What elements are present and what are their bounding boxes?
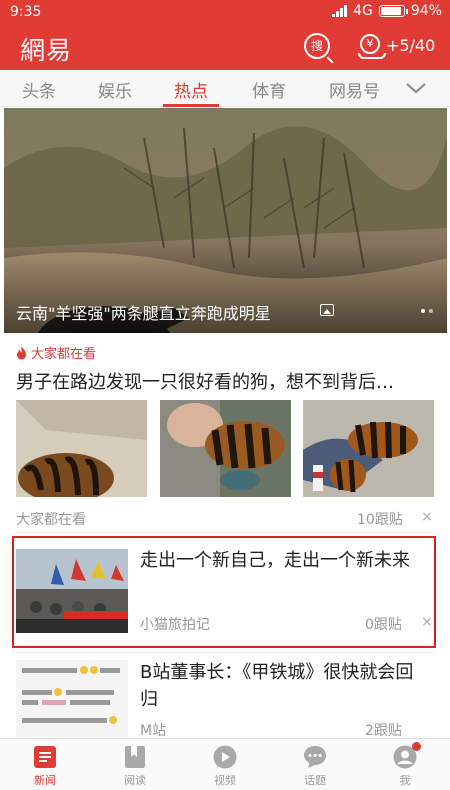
carousel-dot [429,309,433,313]
image-icon [320,304,334,316]
nav-label: 话题 [304,774,326,787]
article-thumb-image [16,660,128,738]
hot-thumb-image [160,400,291,497]
status-right: 4G 94% [332,3,442,19]
news-app-screen: 9:35 4G 94% 網易 搜 ¥ +5/40 头条 娱乐 热点 体育 网易号 [0,0,450,790]
search-icon[interactable]: 搜 [304,33,330,59]
nav-label: 我 [399,774,411,787]
app-header: 網易 搜 ¥ +5/40 [0,25,450,70]
chevron-down-icon[interactable] [405,78,427,98]
hero-carousel[interactable]: 云南"羊坚强"两条腿直立奔跑成明星 [4,108,447,333]
nav-read[interactable]: 阅读 [90,739,180,790]
news-icon [34,746,56,768]
nav-news[interactable]: 新闻 [0,739,90,790]
nav-label: 新闻 [34,774,56,787]
article-title: B站董事长：《甲铁城》很快就会回归 [140,662,414,710]
status-time: 9:35 [10,4,42,20]
netease-logo[interactable]: 網易 [20,31,72,67]
hot-title: 男子在路边发现一只很好看的狗，想不到背后… [16,372,394,393]
article-comment-count[interactable]: 2跟贴 [365,720,402,740]
hot-source: 大家都在看 [16,512,86,528]
hot-tag: 大家都在看 [16,343,96,362]
chat-icon [304,746,326,768]
hot-tag-label: 大家都在看 [31,347,97,362]
tab-yule[interactable]: 娱乐 [98,77,132,102]
dismiss-icon[interactable]: × [421,509,433,525]
tab-tiyu[interactable]: 体育 [252,77,286,102]
search-icon-glyph: 搜 [310,39,323,53]
nav-label: 视频 [214,774,236,787]
nav-video[interactable]: 视频 [180,739,270,790]
coin-count[interactable]: +5/40 [386,36,435,55]
hot-thumb-1 [16,400,147,497]
nav-label: 阅读 [124,774,146,787]
flame-icon [17,345,26,359]
status-bar: 9:35 4G 94% [0,0,450,25]
tab-wangyihao[interactable]: 网易号 [329,77,380,102]
nav-topic[interactable]: 话题 [270,739,360,790]
hero-title: 云南"羊坚强"两条腿直立奔跑成明星 [16,304,271,323]
article-thumb [16,660,128,738]
nav-me[interactable]: 我 [360,739,450,790]
book-icon [125,746,145,768]
divider [16,532,434,533]
article-source: M站 [140,723,167,739]
article-row-2[interactable]: B站董事长：《甲铁城》很快就会回归 M站 2跟贴 [0,653,450,740]
bottom-nav: 新闻 阅读 视频 话题 我 [0,738,450,790]
battery-percent: 94% [410,3,442,19]
channel-tabs: 头条 娱乐 热点 体育 网易号 [0,70,450,107]
carousel-dots [421,309,433,313]
notification-badge-icon [412,742,421,751]
active-tab-indicator [163,104,219,107]
hot-thumb-3 [303,400,434,497]
signal-icon [332,5,348,17]
coin-icon[interactable]: ¥ [358,34,386,59]
play-icon [213,745,237,769]
hot-article-card[interactable]: 大家都在看 男子在路边发现一只很好看的狗，想不到背后… 大家都在看 10跟贴 × [0,333,450,533]
network-type: 4G [353,3,373,19]
hot-thumb-image [16,400,147,497]
battery-icon [378,5,408,17]
hot-thumb-2 [160,400,291,497]
hot-comment-count[interactable]: 10跟贴 [357,509,403,529]
carousel-dot-active [421,309,425,313]
tab-redian[interactable]: 热点 [174,77,208,102]
highlight-box [12,536,436,648]
hot-thumb-image [303,400,434,497]
tab-toutiao[interactable]: 头条 [22,77,56,102]
